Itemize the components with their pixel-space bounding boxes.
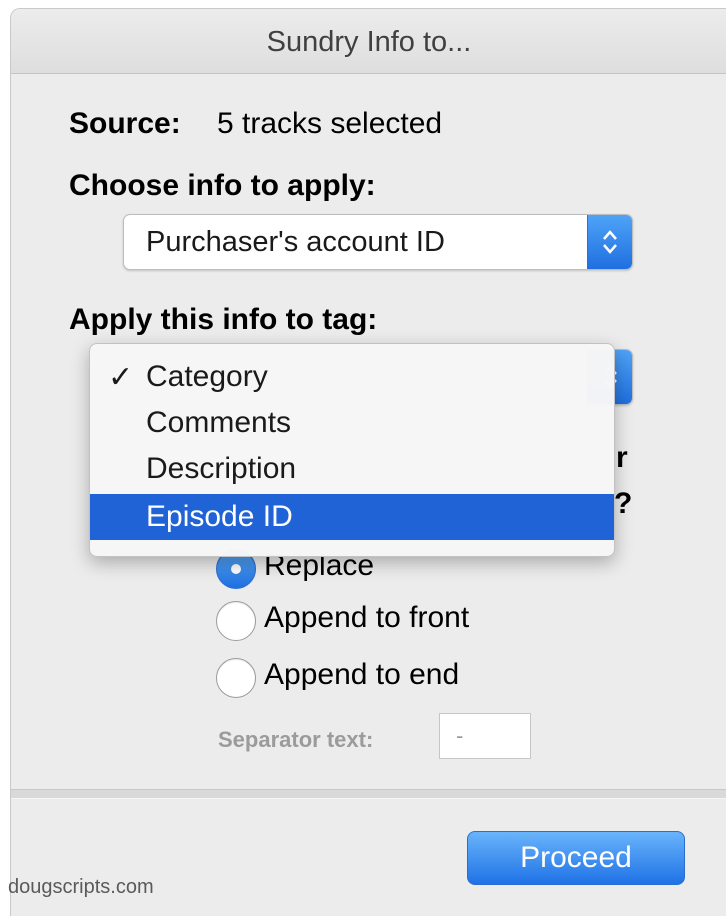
obscured-text-question: ? xyxy=(614,487,633,520)
obscured-text-r: r xyxy=(616,441,628,474)
footer-credit: dougscripts.com xyxy=(8,876,154,898)
menu-item-episode-id[interactable]: Episode ID xyxy=(90,494,614,540)
menu-item-category[interactable]: ✓ Category xyxy=(90,354,614,400)
checkmark-icon: ✓ xyxy=(108,361,134,394)
radio-append-front-button[interactable] xyxy=(216,601,256,641)
menu-item-label: Episode ID xyxy=(146,500,293,533)
menu-item-description[interactable]: Description xyxy=(90,446,614,492)
radio-append-front[interactable]: Append to front xyxy=(216,597,576,645)
separator-label: Separator text: xyxy=(218,727,374,752)
proceed-button[interactable]: Proceed xyxy=(467,831,685,885)
source-label: Source: xyxy=(69,107,181,140)
apply-tag-label: Apply this info to tag: xyxy=(69,303,378,336)
tag-dropdown-menu: ✓ Category Comments Description Episode … xyxy=(89,343,615,557)
window-title: Sundry Info to... xyxy=(11,9,726,74)
radio-append-end-label: Append to end xyxy=(264,658,460,691)
info-popup-value: Purchaser's account ID xyxy=(146,226,445,258)
divider xyxy=(11,789,726,799)
menu-item-label: Comments xyxy=(146,406,292,439)
menu-item-label: Category xyxy=(146,360,268,393)
source-value: 5 tracks selected xyxy=(217,107,443,140)
menu-item-label: Description xyxy=(146,452,297,485)
separator-input[interactable]: - xyxy=(439,713,531,759)
radio-append-end[interactable]: Append to end xyxy=(216,654,576,702)
info-popup-button[interactable]: Purchaser's account ID xyxy=(123,214,633,270)
radio-append-end-button[interactable] xyxy=(216,658,256,698)
radio-append-front-label: Append to front xyxy=(264,601,470,634)
choose-info-label: Choose info to apply: xyxy=(69,169,376,202)
popup-stepper-icon xyxy=(587,215,632,269)
dialog-window: Sundry Info to... Source: 5 tracks selec… xyxy=(10,8,726,916)
menu-item-comments[interactable]: Comments xyxy=(90,400,614,446)
